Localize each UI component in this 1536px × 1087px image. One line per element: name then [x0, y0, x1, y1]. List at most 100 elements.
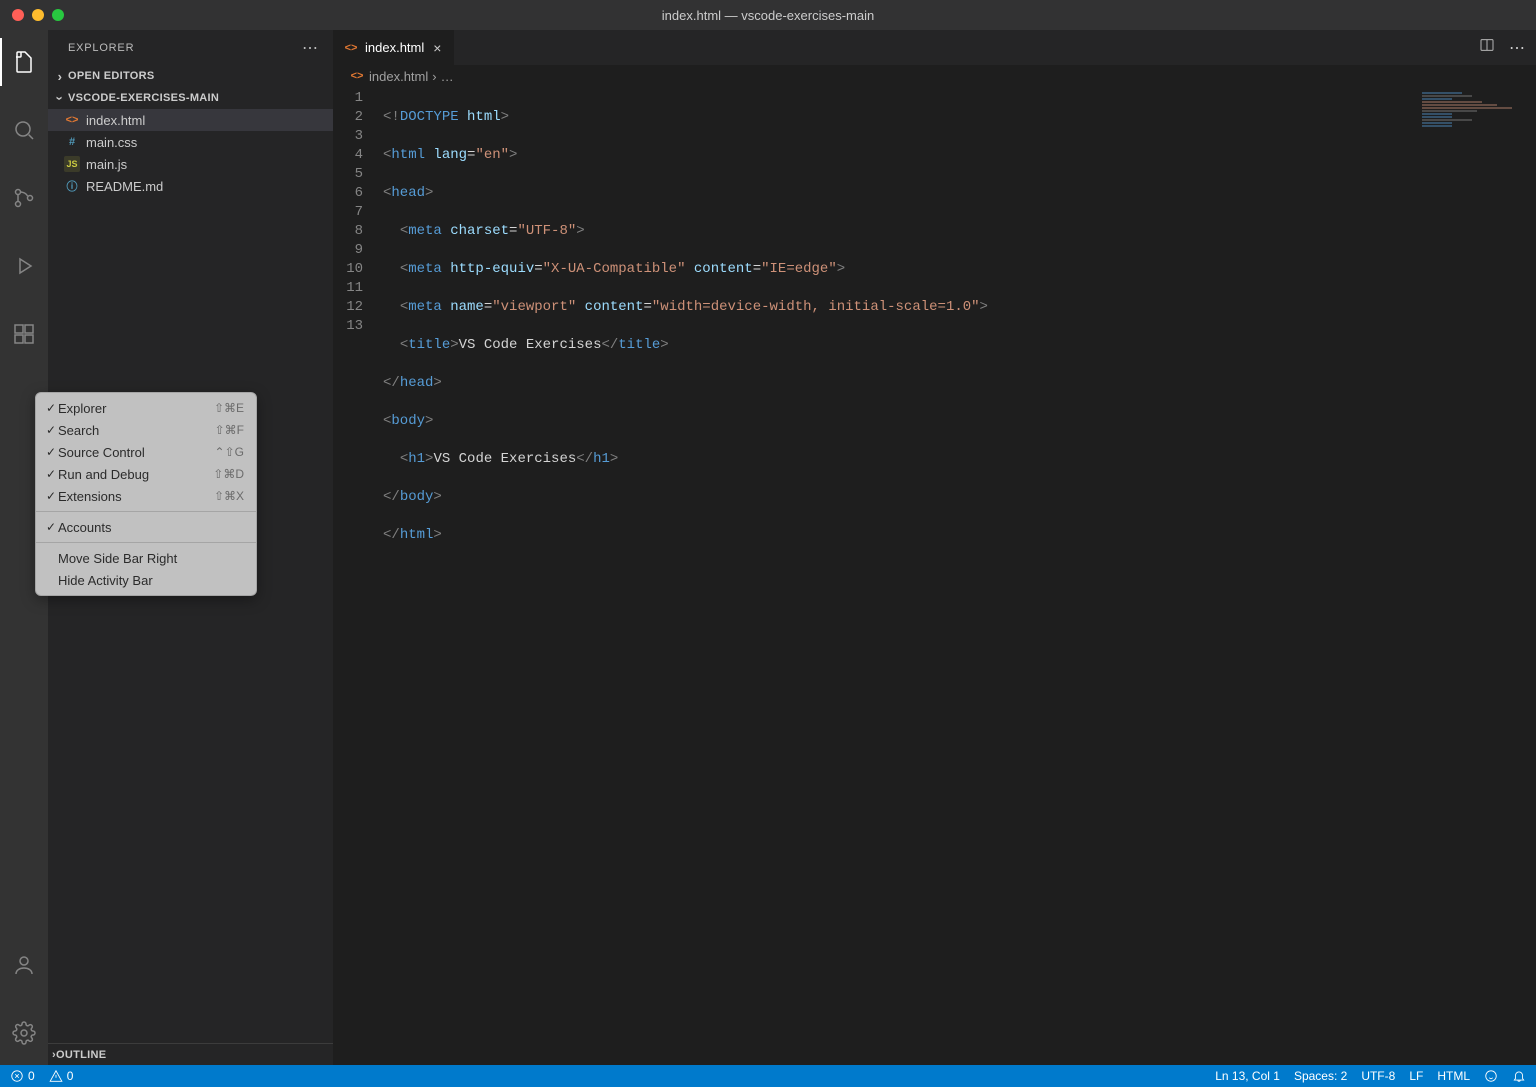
activity-bar-context-menu: ✓Explorer ⇧⌘E ✓Search ⇧⌘F ✓Source Contro…	[35, 392, 257, 596]
status-lncol[interactable]: Ln 13, Col 1	[1215, 1069, 1280, 1083]
status-eol[interactable]: LF	[1409, 1069, 1423, 1083]
check-icon: ✓	[44, 520, 58, 534]
line-number: 12	[333, 298, 363, 317]
status-errors[interactable]: 0	[10, 1069, 35, 1083]
status-language[interactable]: HTML	[1437, 1069, 1470, 1083]
outline-section[interactable]: › OUTLINE	[48, 1043, 333, 1065]
tab-label: index.html	[365, 40, 424, 55]
css-file-icon: #	[64, 134, 80, 150]
shortcut: ⇧⌘E	[214, 401, 244, 415]
file-item-main-css[interactable]: # main.css	[48, 131, 333, 153]
line-number: 8	[333, 222, 363, 241]
check-icon: ✓	[44, 489, 58, 503]
breadcrumb-file: index.html	[369, 69, 428, 84]
html-file-icon: <>	[343, 40, 359, 56]
search-activity-icon[interactable]	[0, 106, 48, 154]
context-item-extensions[interactable]: ✓Extensions ⇧⌘X	[36, 485, 256, 507]
html-file-icon: <>	[349, 68, 365, 84]
info-file-icon: ⓘ	[64, 178, 80, 194]
errors-count: 0	[28, 1069, 35, 1083]
context-item-run-debug[interactable]: ✓Run and Debug ⇧⌘D	[36, 463, 256, 485]
context-item-search[interactable]: ✓Search ⇧⌘F	[36, 419, 256, 441]
context-item-hide-activity-bar[interactable]: Hide Activity Bar	[36, 569, 256, 591]
file-name: README.md	[86, 179, 163, 194]
close-window-button[interactable]	[12, 9, 24, 21]
line-number: 2	[333, 108, 363, 127]
source-control-activity-icon[interactable]	[0, 174, 48, 222]
breadcrumb-rest: …	[441, 69, 454, 84]
context-separator	[36, 542, 256, 543]
check-icon: ✓	[44, 467, 58, 481]
line-number: 9	[333, 241, 363, 260]
file-item-main-js[interactable]: JS main.js	[48, 153, 333, 175]
settings-gear-icon[interactable]	[0, 1009, 48, 1057]
file-name: index.html	[86, 113, 145, 128]
context-item-source-control[interactable]: ✓Source Control ⌃⇧G	[36, 441, 256, 463]
line-number: 5	[333, 165, 363, 184]
breadcrumb-sep: ›	[432, 69, 436, 84]
maximize-window-button[interactable]	[52, 9, 64, 21]
line-number: 4	[333, 146, 363, 165]
js-file-icon: JS	[64, 156, 80, 172]
editor-more-icon[interactable]: ⋯	[1509, 38, 1526, 58]
open-editors-section[interactable]: › OPEN EDITORS	[48, 65, 333, 87]
explorer-activity-icon[interactable]	[0, 38, 48, 86]
context-item-explorer[interactable]: ✓Explorer ⇧⌘E	[36, 397, 256, 419]
sidebar-header-label: EXPLORER	[68, 42, 134, 54]
warnings-count: 0	[67, 1069, 74, 1083]
chevron-down-icon: ›	[53, 90, 68, 106]
html-file-icon: <>	[64, 112, 80, 128]
context-item-move-sidebar[interactable]: Move Side Bar Right	[36, 547, 256, 569]
line-number: 6	[333, 184, 363, 203]
shortcut: ⇧⌘F	[215, 423, 244, 437]
split-editor-icon[interactable]	[1479, 37, 1495, 58]
code-lines[interactable]: <!DOCTYPE html> <html lang="en"> <head> …	[383, 89, 1536, 1065]
sidebar-header: EXPLORER ⋯	[48, 30, 333, 65]
extensions-activity-icon[interactable]	[0, 310, 48, 358]
file-name: main.js	[86, 157, 127, 172]
check-icon: ✓	[44, 401, 58, 415]
minimap[interactable]	[1422, 92, 1522, 132]
close-tab-icon[interactable]: ×	[430, 40, 444, 56]
status-encoding[interactable]: UTF-8	[1361, 1069, 1395, 1083]
line-gutter: 1 2 3 4 5 6 7 8 9 10 11 12 13	[333, 89, 383, 1065]
open-editors-label: OPEN EDITORS	[68, 70, 155, 82]
breadcrumb[interactable]: <> index.html › …	[333, 65, 1536, 87]
run-debug-activity-icon[interactable]	[0, 242, 48, 290]
status-warnings[interactable]: 0	[49, 1069, 74, 1083]
context-separator	[36, 511, 256, 512]
window-controls	[0, 9, 64, 21]
titlebar: index.html — vscode-exercises-main	[0, 0, 1536, 30]
chevron-right-icon: ›	[52, 69, 68, 84]
tab-index-html[interactable]: <> index.html ×	[333, 30, 455, 65]
file-item-index-html[interactable]: <> index.html	[48, 109, 333, 131]
accounts-activity-icon[interactable]	[0, 941, 48, 989]
line-number: 3	[333, 127, 363, 146]
status-feedback-icon[interactable]	[1484, 1069, 1498, 1083]
outline-label: OUTLINE	[56, 1049, 106, 1061]
folder-section[interactable]: › VSCODE-EXERCISES-MAIN	[48, 87, 333, 109]
line-number: 10	[333, 260, 363, 279]
code-editor[interactable]: 1 2 3 4 5 6 7 8 9 10 11 12 13 <!DOCTYPE …	[333, 87, 1536, 1065]
check-icon: ✓	[44, 445, 58, 459]
context-item-accounts[interactable]: ✓Accounts	[36, 516, 256, 538]
line-number: 13	[333, 317, 363, 336]
line-number: 7	[333, 203, 363, 222]
editor-area: <> index.html × ⋯ <> index.html › … 1 2	[333, 30, 1536, 1065]
file-item-readme[interactable]: ⓘ README.md	[48, 175, 333, 197]
shortcut: ⌃⇧G	[215, 445, 244, 459]
sidebar-more-icon[interactable]: ⋯	[302, 38, 319, 58]
status-spaces[interactable]: Spaces: 2	[1294, 1069, 1347, 1083]
status-bar: 0 0 Ln 13, Col 1 Spaces: 2 UTF-8 LF HTML	[0, 1065, 1536, 1087]
file-name: main.css	[86, 135, 137, 150]
tabs-row: <> index.html × ⋯	[333, 30, 1536, 65]
window-title: index.html — vscode-exercises-main	[0, 8, 1536, 23]
line-number: 1	[333, 89, 363, 108]
shortcut: ⇧⌘D	[213, 467, 244, 481]
shortcut: ⇧⌘X	[214, 489, 244, 503]
minimize-window-button[interactable]	[32, 9, 44, 21]
folder-label: VSCODE-EXERCISES-MAIN	[68, 92, 219, 104]
line-number: 11	[333, 279, 363, 298]
check-icon: ✓	[44, 423, 58, 437]
status-notifications-icon[interactable]	[1512, 1069, 1526, 1083]
